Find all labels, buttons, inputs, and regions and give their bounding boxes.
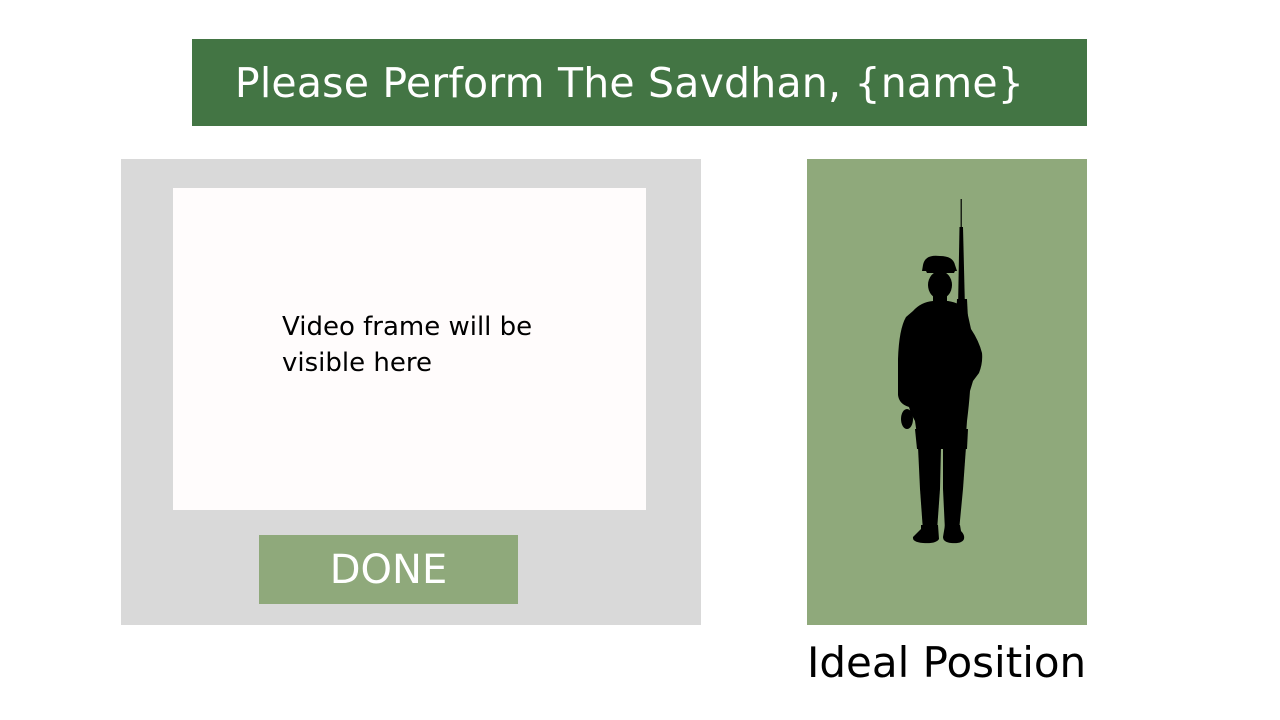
header-banner: Please Perform The Savdhan, {name} (192, 39, 1087, 126)
ideal-position-label: Ideal Position (807, 638, 1087, 687)
soldier-silhouette-icon (898, 199, 983, 544)
video-frame: Video frame will be visible here (173, 188, 646, 510)
done-button[interactable]: DONE (259, 535, 518, 604)
app-screen: Please Perform The Savdhan, {name} Video… (0, 0, 1280, 720)
page-title: Please Perform The Savdhan, {name} (234, 58, 1025, 107)
video-placeholder-text: Video frame will be visible here (282, 312, 533, 378)
capture-panel: Video frame will be visible here DONE (121, 159, 701, 625)
ideal-position-panel (807, 159, 1087, 625)
